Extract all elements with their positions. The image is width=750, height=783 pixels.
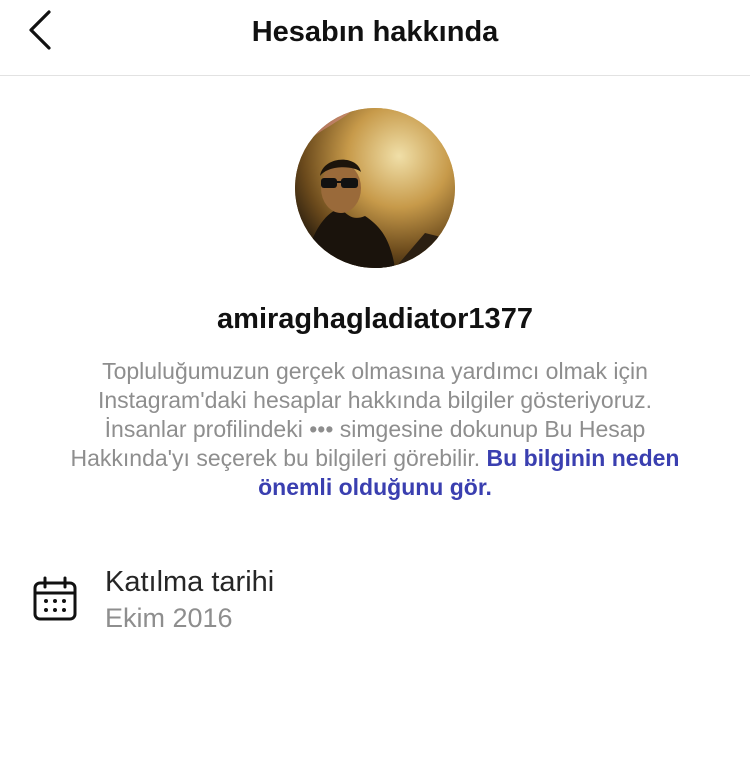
calendar-icon: [33, 576, 77, 621]
join-date-label: Katılma tarihi: [105, 566, 275, 598]
page-title: Hesabın hakkında: [251, 16, 499, 48]
account-info-description: Topluluğumuzun gerçek olmasına yardımcı …: [55, 357, 695, 502]
join-date-value: Ekim 2016: [105, 603, 233, 633]
avatar: [295, 108, 455, 268]
username: amiraghagladiator1377: [217, 303, 533, 335]
profile-photo: [295, 108, 455, 268]
join-date-row: Katılma tarihi Ekim 2016: [32, 566, 712, 636]
top-bar: Hesabın hakkında: [0, 0, 750, 76]
